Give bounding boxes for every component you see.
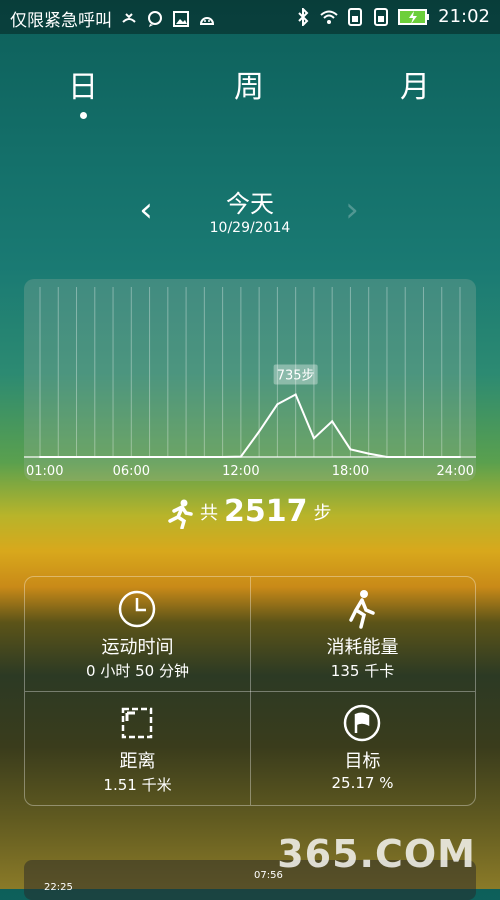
steps-point xyxy=(39,456,41,458)
stat-energy-label: 消耗能量 xyxy=(326,637,399,658)
steps-point xyxy=(440,456,443,458)
sim-card-icon xyxy=(348,7,363,26)
next-day-button[interactable]: › xyxy=(342,190,362,230)
steps-point xyxy=(75,456,78,458)
active-tab-indicator xyxy=(80,112,87,119)
tab-month[interactable]: 月 xyxy=(385,62,445,106)
stat-exercise-time-label: 运动时间 xyxy=(101,637,174,658)
steps-point xyxy=(404,456,407,458)
stat-goal: 目标 25.17 % xyxy=(250,691,475,805)
period-tabs: 日 周 月 xyxy=(0,62,500,122)
steps-point xyxy=(185,456,188,458)
missed-call-icon xyxy=(122,12,136,23)
stats-grid: 运动时间 0 小时 50 分钟 消耗能量 135 千卡 距离 1.51 千米 目… xyxy=(24,576,476,806)
flag-icon xyxy=(343,704,381,742)
x-tick-label: 01:00 xyxy=(26,464,63,479)
total-prefix: 共 xyxy=(200,503,218,524)
date-title: 今天 xyxy=(226,190,274,218)
wifi-icon xyxy=(320,10,338,24)
steps-point xyxy=(258,430,261,433)
steps-point xyxy=(276,403,279,406)
steps-point xyxy=(93,456,96,458)
steps-point xyxy=(367,452,370,455)
steps-line xyxy=(40,393,460,458)
steps-point xyxy=(312,437,315,440)
status-right: 21:02 xyxy=(294,6,490,27)
steps-point xyxy=(203,456,206,458)
running-icon xyxy=(168,499,193,529)
sleep-start-time: 22:25 xyxy=(44,882,73,893)
status-left: 仅限紧急呼叫 xyxy=(10,6,216,31)
bluetooth-icon xyxy=(298,7,309,26)
steps-point xyxy=(221,456,224,458)
steps-point xyxy=(422,456,425,458)
steps-chart-svg: 735步 01:00 06:00 12:00 18:00 24:00 xyxy=(24,287,476,479)
chat-icon xyxy=(148,10,162,27)
steps-point xyxy=(294,393,297,396)
watermark: 365.COM xyxy=(277,832,476,876)
steps-point xyxy=(112,456,115,458)
stat-exercise-time-value: 0 小时 50 分钟 xyxy=(86,662,189,680)
x-tick-label: 24:00 xyxy=(437,464,474,479)
steps-point xyxy=(385,456,388,458)
android-icon xyxy=(199,16,215,25)
steps-point xyxy=(331,420,334,423)
date-label: 10/29/2014 xyxy=(209,220,291,236)
previous-day-button[interactable]: ‹ xyxy=(136,190,156,230)
steps-point xyxy=(57,456,60,458)
sim-card-2-icon xyxy=(374,7,389,26)
steps-point xyxy=(459,456,461,458)
battery-charging-icon xyxy=(398,8,430,25)
tab-day[interactable]: 日 xyxy=(53,62,113,106)
stat-energy-value: 135 千卡 xyxy=(330,662,395,680)
tab-week[interactable]: 周 xyxy=(219,62,279,106)
steps-point xyxy=(166,456,169,458)
status-bar: 仅限紧急呼叫 21:02 xyxy=(0,0,500,34)
stat-distance: 距离 1.51 千米 xyxy=(25,691,250,805)
steps-point xyxy=(148,456,151,458)
stat-goal-label: 目标 xyxy=(344,751,381,772)
x-tick-label: 12:00 xyxy=(222,464,259,479)
steps-point xyxy=(349,448,352,451)
carrier-text: 仅限紧急呼叫 xyxy=(10,11,112,31)
status-time: 21:02 xyxy=(438,6,490,27)
total-steps-value: 2517 xyxy=(224,494,308,529)
stat-distance-value: 1.51 千米 xyxy=(103,776,172,794)
walking-icon xyxy=(349,590,375,629)
total-steps-unit: 步 xyxy=(313,503,332,524)
steps-point xyxy=(239,455,242,458)
peak-annotation-label: 735步 xyxy=(277,369,315,384)
x-tick-label: 18:00 xyxy=(332,464,369,479)
stat-distance-label: 距离 xyxy=(119,751,156,772)
clock-icon xyxy=(118,590,156,628)
stat-energy: 消耗能量 135 千卡 xyxy=(250,577,475,691)
stat-exercise-time: 运动时间 0 小时 50 分钟 xyxy=(25,577,250,691)
total-steps: 共 2517 步 xyxy=(0,494,500,534)
steps-point xyxy=(130,456,133,458)
x-tick-label: 06:00 xyxy=(113,464,150,479)
steps-chart: 735步 01:00 06:00 12:00 18:00 24:00 xyxy=(24,279,476,481)
date-navigation: ‹ 今天 10/29/2014 › xyxy=(0,178,500,248)
distance-icon xyxy=(121,707,153,739)
image-icon xyxy=(173,10,189,27)
stat-goal-value: 25.17 % xyxy=(331,774,394,792)
